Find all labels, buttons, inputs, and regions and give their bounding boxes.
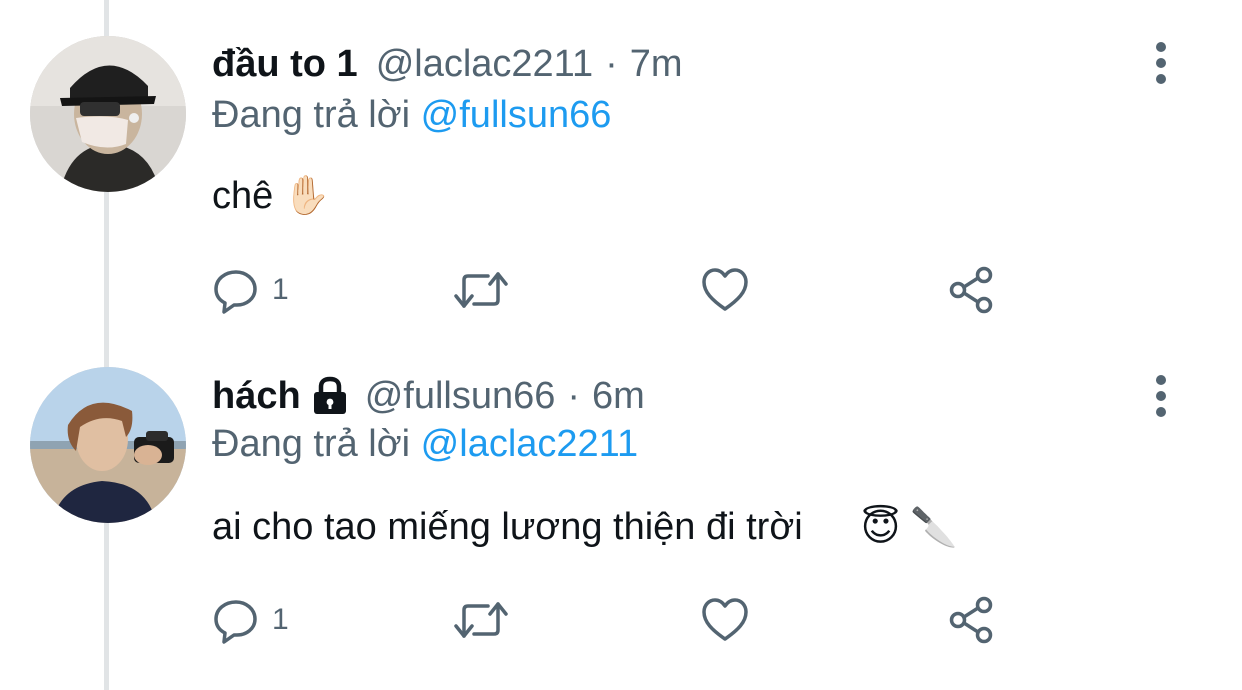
- share-icon: [949, 596, 993, 644]
- reply-to-mention[interactable]: @laclac2211: [421, 423, 638, 465]
- tweet-text: ai cho tao miếng lương thiện đi trời 😇 🔪: [212, 505, 958, 550]
- lock-icon: [311, 376, 349, 416]
- tweet-text-content: ai cho tao miếng lương thiện đi trời: [212, 506, 803, 548]
- heart-icon: [702, 598, 748, 641]
- retweet-button[interactable]: [452, 592, 510, 648]
- reply-count: 1: [272, 603, 289, 636]
- like-button[interactable]: [700, 262, 750, 318]
- heart-icon: [702, 268, 748, 311]
- share-icon: [949, 266, 993, 314]
- reply-to-mention[interactable]: @fullsun66: [421, 94, 612, 136]
- retweet-button[interactable]: [452, 262, 510, 318]
- replying-to-line: Đang trả lời @fullsun66: [212, 94, 611, 137]
- tweet-header: hách @fullsun66 · 6m: [212, 368, 645, 424]
- tweet-header: đầu to 1 @laclac2211 · 7m: [212, 36, 683, 92]
- reply-button[interactable]: 1: [212, 262, 289, 318]
- more-options-button[interactable]: [1144, 40, 1178, 86]
- avatar[interactable]: [30, 367, 186, 523]
- timestamp[interactable]: 6m: [592, 375, 645, 418]
- reply-button[interactable]: 1: [212, 592, 289, 648]
- tweet-text: chê ✋🏻: [212, 174, 331, 218]
- tweet-text-content: chê: [212, 174, 274, 217]
- avatar[interactable]: [30, 36, 186, 192]
- display-name[interactable]: hách: [212, 375, 301, 418]
- reply-icon: [214, 270, 257, 314]
- more-vertical-icon: [1156, 42, 1166, 84]
- knife-emoji: 🔪: [910, 506, 958, 549]
- reply-icon: [214, 600, 257, 644]
- raised-hand-emoji: ✋🏻: [283, 175, 331, 217]
- replying-to-label: Đang trả lời: [212, 94, 411, 136]
- tweet-thread: đầu to 1 @laclac2211 · 7m Đang trả lời @…: [0, 0, 1242, 690]
- share-button[interactable]: [946, 592, 996, 648]
- timestamp[interactable]: 7m: [630, 43, 683, 86]
- tweet[interactable]: đầu to 1 @laclac2211 · 7m Đang trả lời @…: [0, 0, 1242, 345]
- more-options-button[interactable]: [1144, 373, 1178, 419]
- replying-to-line: Đang trả lời @laclac2211: [212, 423, 638, 466]
- user-handle[interactable]: @fullsun66: [365, 375, 556, 418]
- retweet-icon: [454, 272, 508, 308]
- tweet[interactable]: hách @fullsun66 · 6m Đang trả lời @lacla…: [0, 345, 1242, 690]
- share-button[interactable]: [946, 262, 996, 318]
- display-name[interactable]: đầu to 1: [212, 43, 358, 86]
- reply-count: 1: [272, 273, 289, 306]
- separator-dot: ·: [567, 374, 581, 417]
- more-vertical-icon: [1156, 375, 1166, 417]
- retweet-icon: [454, 602, 508, 638]
- separator-dot: ·: [605, 42, 618, 85]
- user-handle[interactable]: @laclac2211: [376, 43, 593, 86]
- halo-smile-emoji: 😇: [860, 507, 901, 549]
- replying-to-label: Đang trả lời: [212, 423, 411, 465]
- like-button[interactable]: [700, 592, 750, 648]
